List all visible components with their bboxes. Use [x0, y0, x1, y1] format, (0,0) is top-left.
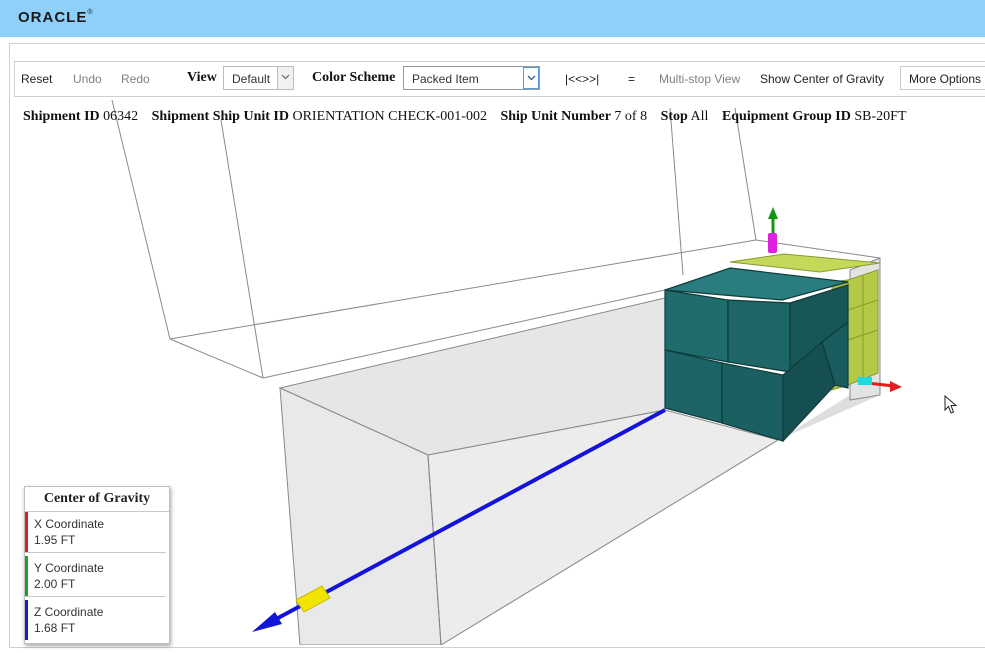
equipment-group-value: SB-20FT — [854, 109, 907, 124]
stop-value: All — [690, 109, 709, 124]
z-coordinate-value: 1.68 FT — [34, 621, 76, 635]
x-coordinate-value: 1.95 FT — [34, 533, 76, 547]
stop-navigation-button[interactable]: |<<>>| — [565, 72, 599, 86]
x-coordinate-row: X Coordinate 1.95 FT — [25, 512, 166, 553]
redo-button[interactable]: Redo — [121, 72, 150, 86]
z-axis-arrowhead — [252, 612, 282, 632]
cog-marker-x — [858, 377, 872, 385]
x-axis-arrowhead — [890, 381, 902, 392]
y-color-bar — [25, 556, 28, 596]
y-coordinate-value: 2.00 FT — [34, 577, 76, 591]
ship-unit-id-value: ORIENTATION CHECK-001-002 — [292, 109, 487, 124]
z-color-bar — [25, 600, 28, 640]
show-center-of-gravity-button[interactable]: Show Center of Gravity — [760, 72, 884, 86]
y-coordinate-label: Y Coordinate — [34, 561, 104, 575]
shipment-id-label: Shipment ID — [23, 109, 100, 124]
cog-marker-y — [768, 233, 777, 253]
packed-item — [664, 289, 729, 363]
view-label: View — [187, 70, 217, 85]
packed-item — [727, 299, 791, 373]
center-of-gravity-panel: Center of Gravity X Coordinate 1.95 FT Y… — [24, 486, 170, 644]
ship-unit-number-label: Ship Unit Number — [500, 109, 611, 124]
viewer-toolbar: Reset Undo Redo View Default Color Schem… — [14, 61, 985, 97]
container-edge — [220, 119, 264, 379]
ship-unit-number-value: 7 of 8 — [614, 109, 648, 124]
oracle-header-bar: ORACLE® — [0, 0, 985, 37]
stop-label: Stop — [660, 109, 688, 124]
y-coordinate-row: Y Coordinate 2.00 FT — [25, 556, 166, 597]
multi-stop-view-button[interactable]: Multi-stop View — [659, 72, 740, 86]
z-coordinate-row: Z Coordinate 1.68 FT — [25, 600, 166, 640]
y-axis-arrowhead — [768, 207, 778, 219]
oracle-logo: ORACLE® — [18, 9, 94, 26]
ship-unit-id-label: Shipment Ship Unit ID — [151, 109, 289, 124]
color-scheme-label: Color Scheme — [312, 70, 396, 85]
view-select[interactable]: Default — [223, 66, 294, 90]
color-scheme-select[interactable]: Packed Item — [403, 66, 540, 90]
x-color-bar — [25, 512, 28, 552]
undo-button[interactable]: Undo — [73, 72, 102, 86]
equals-button[interactable]: = — [628, 72, 635, 86]
container-edge — [669, 107, 684, 276]
shipment-info-line: Shipment ID 06342 Shipment Ship Unit ID … — [23, 109, 906, 125]
mouse-cursor-icon — [944, 395, 958, 414]
equipment-group-label: Equipment Group ID — [721, 109, 851, 124]
container-edge — [169, 338, 264, 379]
chevron-down-icon[interactable] — [523, 67, 539, 89]
center-of-gravity-title: Center of Gravity — [25, 487, 169, 512]
reset-button[interactable]: Reset — [21, 72, 52, 86]
container-edge — [111, 100, 171, 340]
container-edge — [734, 107, 757, 241]
chevron-down-icon[interactable] — [277, 67, 293, 89]
more-options-button[interactable]: More Options — [900, 66, 985, 90]
x-coordinate-label: X Coordinate — [34, 517, 105, 531]
z-coordinate-label: Z Coordinate — [34, 605, 104, 619]
shipment-id-value: 06342 — [103, 109, 139, 124]
